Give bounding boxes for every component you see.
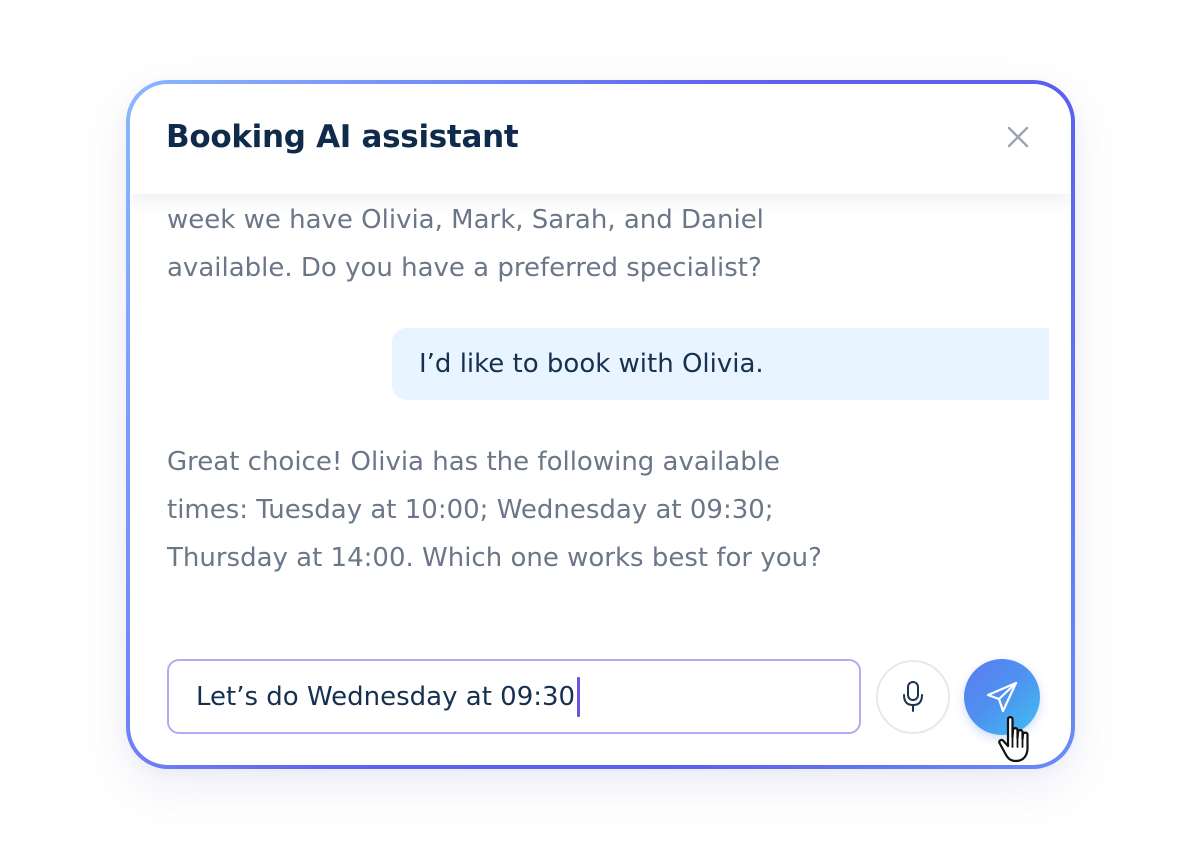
message-line: Great choice! Olivia has the following a… <box>167 447 780 477</box>
window-header: Booking AI assistant <box>130 84 1071 194</box>
assistant-message: Great choice! Olivia has the following a… <box>167 438 822 582</box>
microphone-icon <box>903 681 923 712</box>
close-button[interactable] <box>1005 124 1031 150</box>
assistant-window: Booking AI assistant week we have Olivia… <box>130 84 1071 765</box>
message-input-value[interactable]: Let’s do Wednesday at 09:30 <box>196 682 575 712</box>
window-title: Booking AI assistant <box>166 119 519 155</box>
message-input[interactable]: Let’s do Wednesday at 09:30 <box>167 659 861 734</box>
voice-input-button[interactable] <box>876 660 950 734</box>
message-list[interactable]: week we have Olivia, Mark, Sarah, and Da… <box>130 194 1071 654</box>
close-icon <box>1007 126 1029 148</box>
send-button[interactable] <box>964 659 1040 735</box>
user-message-bubble: I’d like to book with Olivia. <box>392 328 1049 400</box>
assistant-window-frame: Booking AI assistant week we have Olivia… <box>126 80 1075 769</box>
paper-plane-icon <box>986 681 1018 713</box>
stage: Booking AI assistant week we have Olivia… <box>0 0 1200 848</box>
assistant-message: week we have Olivia, Mark, Sarah, and Da… <box>167 196 764 292</box>
text-caret <box>577 676 581 717</box>
message-line: Thursday at 14:00. Which one works best … <box>167 543 822 573</box>
message-line: available. Do you have a preferred speci… <box>167 253 762 283</box>
message-line: week we have Olivia, Mark, Sarah, and Da… <box>167 205 764 235</box>
message-line: times: Tuesday at 10:00; Wednesday at 09… <box>167 495 774 525</box>
